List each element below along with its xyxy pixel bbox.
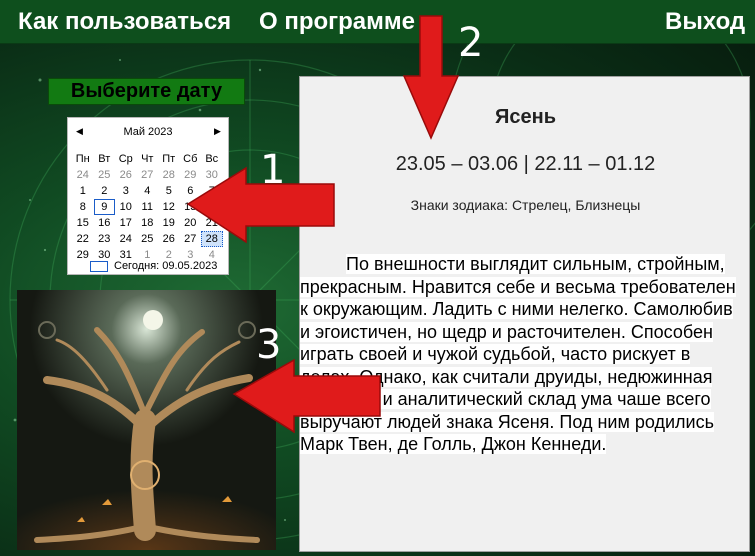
calendar-day[interactable]: 22 (72, 231, 94, 247)
calendar-day[interactable]: 7 (201, 183, 223, 199)
calendar-day[interactable]: 26 (158, 231, 180, 247)
calendar-day[interactable]: 17 (115, 215, 137, 231)
calendar-day[interactable]: 27 (180, 231, 202, 247)
calendar-day[interactable]: 1 (72, 183, 94, 199)
calendar-week-row: 22 23 24 25 26 27 28 (72, 231, 223, 247)
calendar-day[interactable]: 27 (137, 167, 159, 183)
calendar-month-label[interactable]: Май 2023 (68, 126, 228, 138)
calendar-weekday: Ср (118, 153, 133, 165)
calendar-weekday: Пн (75, 153, 90, 165)
calendar-weekday: Вс (205, 153, 219, 165)
calendar-grid: Пн Вт Ср Чт Пт Сб Вс 24 25 26 27 28 29 30 1 2 3 4 5 6 7 8 9 10 1… (72, 151, 223, 263)
calendar-day[interactable]: 25 (94, 167, 116, 183)
calendar-day[interactable]: 6 (180, 183, 202, 199)
menu-how-to-use[interactable]: Как пользоваться (18, 8, 231, 36)
sign-zodiac: Знаки зодиака: Стрелец, Близнецы (410, 197, 641, 213)
calendar-day[interactable]: 14 (201, 199, 223, 215)
calendar-week-row: 15 16 17 18 19 20 21 (72, 215, 223, 231)
calendar-day[interactable]: 9 (93, 199, 115, 215)
calendar-day[interactable]: 24 (115, 231, 137, 247)
calendar-day[interactable]: 8 (72, 199, 94, 215)
today-marker-icon (90, 261, 108, 272)
calendar-week-row: 8 9 10 11 12 13 14 (72, 199, 223, 215)
sign-description-text: По внешности выглядит сильным, стройным,… (300, 254, 736, 454)
calendar-weekday-row: Пн Вт Ср Чт Пт Сб Вс (72, 151, 223, 167)
month-calendar[interactable]: ◀ Май 2023 ▶ Пн Вт Ср Чт Пт Сб Вс 24 25 26 27 28 29 3… (67, 117, 229, 275)
calendar-day[interactable]: 16 (94, 215, 116, 231)
calendar-week-row: 1234567 (72, 183, 223, 199)
calendar-day[interactable]: 11 (137, 199, 159, 215)
menu-exit[interactable]: Выход (665, 8, 745, 36)
calendar-today[interactable]: Сегодня: 09.05.2023 (90, 260, 230, 274)
sign-description: По внешности выглядит сильным, стройным,… (300, 253, 746, 456)
ash-tree-image (17, 290, 276, 550)
calendar-day[interactable]: 3 (115, 183, 137, 199)
menu-bar: Как пользоваться О программе Выход (0, 0, 755, 44)
sign-info-panel: Ясень 23.05 – 03.06 | 22.11 – 01.12 Знак… (299, 76, 750, 552)
calendar-weekday: Чт (141, 153, 154, 165)
calendar-day[interactable]: 29 (180, 167, 202, 183)
calendar-day[interactable]: 10 (115, 199, 137, 215)
calendar-day[interactable]: 4 (137, 183, 159, 199)
select-date-button[interactable]: Выберите дату (48, 78, 245, 105)
calendar-day[interactable]: 13 (180, 199, 202, 215)
menu-about[interactable]: О программе (259, 8, 415, 36)
calendar-day[interactable]: 30 (201, 167, 223, 183)
calendar-day[interactable]: 28 (158, 167, 180, 183)
calendar-weekday: Вт (98, 153, 111, 165)
calendar-weekday: Сб (183, 153, 198, 165)
calendar-day[interactable]: 25 (137, 231, 159, 247)
calendar-day[interactable]: 19 (158, 215, 180, 231)
calendar-day[interactable]: 12 (158, 199, 180, 215)
calendar-day[interactable]: 24 (72, 167, 94, 183)
calendar-day[interactable]: 26 (115, 167, 137, 183)
sign-date-ranges: 23.05 – 03.06 | 22.11 – 01.12 (395, 153, 656, 175)
calendar-day[interactable]: 2 (94, 183, 116, 199)
calendar-day[interactable]: 23 (94, 231, 116, 247)
chevron-right-icon[interactable]: ▶ (214, 126, 221, 137)
calendar-day[interactable]: 15 (72, 215, 94, 231)
calendar-day[interactable]: 5 (158, 183, 180, 199)
calendar-day[interactable]: 20 (180, 215, 202, 231)
calendar-week-row: 24 25 26 27 28 29 30 (72, 167, 223, 183)
calendar-day[interactable]: 18 (137, 215, 159, 231)
calendar-today-label: Сегодня: 09.05.2023 (114, 260, 218, 272)
calendar-weekday: Пт (162, 153, 176, 165)
calendar-day[interactable]: 21 (201, 215, 223, 231)
sign-title: Ясень (495, 106, 556, 128)
calendar-day[interactable]: 28 (201, 231, 223, 247)
